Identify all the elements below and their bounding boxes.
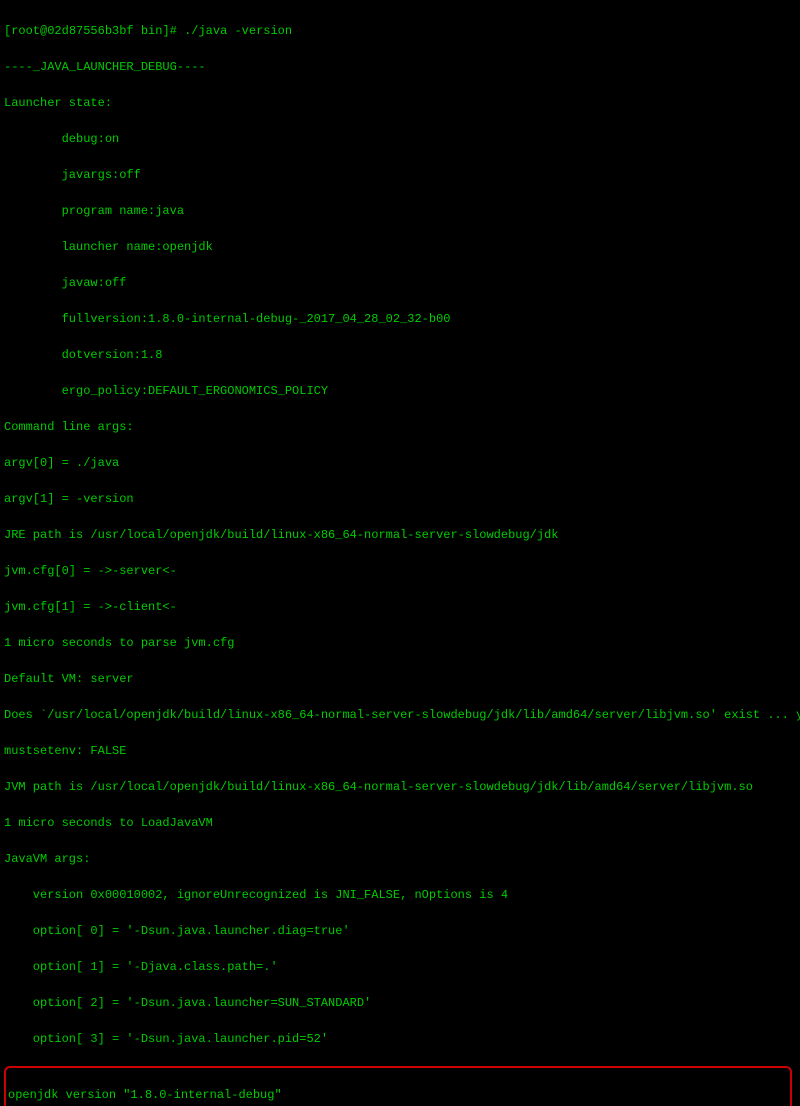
output-line: JavaVM args: — [4, 850, 796, 868]
output-line: mustsetenv: FALSE — [4, 742, 796, 760]
version-line: openjdk version "1.8.0-internal-debug" — [8, 1086, 788, 1104]
output-line: ----_JAVA_LAUNCHER_DEBUG---- — [4, 58, 796, 76]
output-line: option[ 2] = '-Dsun.java.launcher=SUN_ST… — [4, 994, 796, 1012]
output-line: program name:java — [4, 202, 796, 220]
output-line: launcher name:openjdk — [4, 238, 796, 256]
output-line: argv[1] = -version — [4, 490, 796, 508]
version-highlight-box: openjdk version "1.8.0-internal-debug" O… — [4, 1066, 792, 1106]
output-line: jvm.cfg[0] = ->-server<- — [4, 562, 796, 580]
prompt-line: [root@02d87556b3bf bin]# ./java -version — [4, 22, 796, 40]
output-line: debug:on — [4, 130, 796, 148]
output-line: option[ 3] = '-Dsun.java.launcher.pid=52… — [4, 1030, 796, 1048]
output-line: JVM path is /usr/local/openjdk/build/lin… — [4, 778, 796, 796]
terminal-output[interactable]: [root@02d87556b3bf bin]# ./java -version… — [4, 4, 796, 1106]
output-line: 1 micro seconds to LoadJavaVM — [4, 814, 796, 832]
output-line: version 0x00010002, ignoreUnrecognized i… — [4, 886, 796, 904]
output-line: Launcher state: — [4, 94, 796, 112]
output-line: dotversion:1.8 — [4, 346, 796, 364]
output-line: Command line args: — [4, 418, 796, 436]
output-line: Does `/usr/local/openjdk/build/linux-x86… — [4, 706, 796, 724]
output-line: jvm.cfg[1] = ->-client<- — [4, 598, 796, 616]
output-line: javaw:off — [4, 274, 796, 292]
output-line: option[ 1] = '-Djava.class.path=.' — [4, 958, 796, 976]
output-line: Default VM: server — [4, 670, 796, 688]
output-line: fullversion:1.8.0-internal-debug-_2017_0… — [4, 310, 796, 328]
output-line: JRE path is /usr/local/openjdk/build/lin… — [4, 526, 796, 544]
output-line: 1 micro seconds to parse jvm.cfg — [4, 634, 796, 652]
output-line: javargs:off — [4, 166, 796, 184]
output-line: argv[0] = ./java — [4, 454, 796, 472]
output-line: ergo_policy:DEFAULT_ERGONOMICS_POLICY — [4, 382, 796, 400]
output-line: option[ 0] = '-Dsun.java.launcher.diag=t… — [4, 922, 796, 940]
